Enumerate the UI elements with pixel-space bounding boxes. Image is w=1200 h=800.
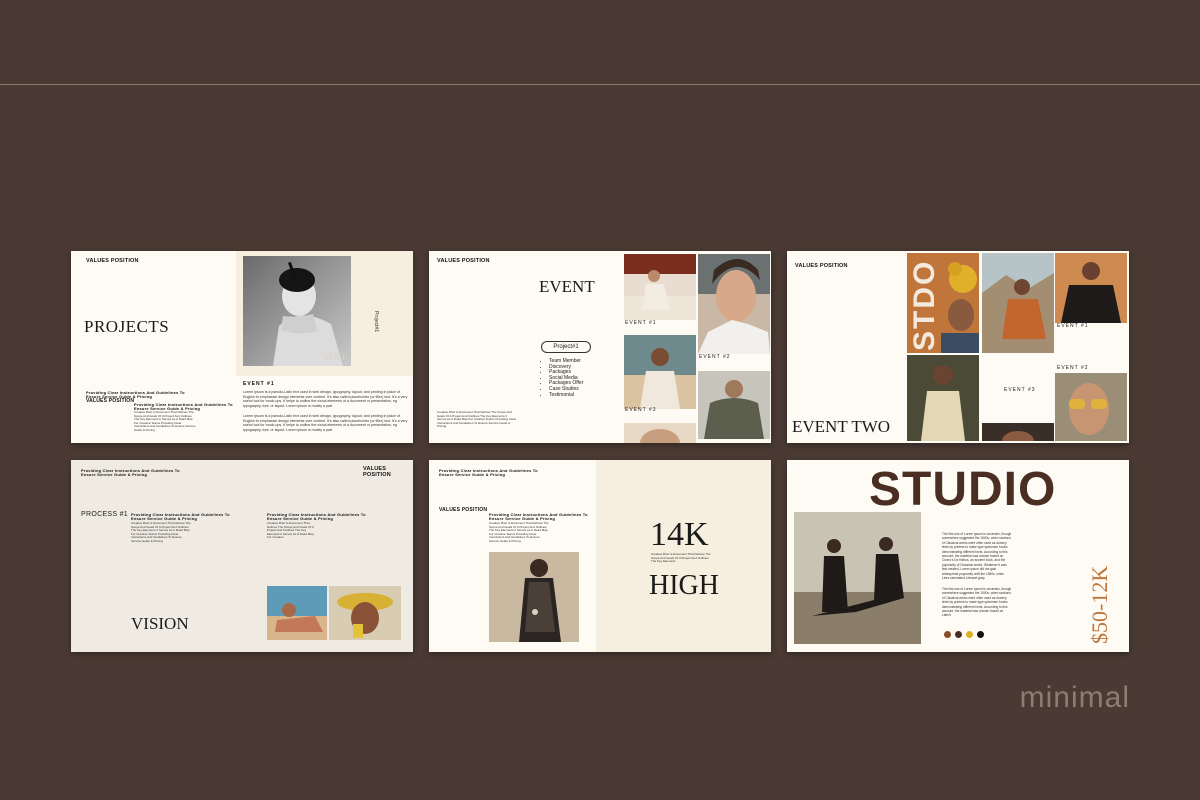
photo-bottom-crop bbox=[624, 423, 696, 443]
slide-title: PROJECTS bbox=[84, 317, 170, 336]
sub-body: Creative Brief Is Document That Defines … bbox=[134, 410, 196, 432]
event-2-label: EVENT #2 bbox=[1057, 365, 1089, 371]
col1-body: Creative Brief Is Document That Defines … bbox=[131, 521, 191, 543]
color-swatch bbox=[944, 631, 951, 638]
project-pill[interactable]: Project#1 bbox=[541, 341, 591, 353]
color-swatch bbox=[966, 631, 973, 638]
event-3-label: EVENT #3 bbox=[625, 407, 657, 413]
event-label: EVENT #1 bbox=[243, 381, 275, 387]
top-guide-2: Ensure Service Guide & Pricing bbox=[439, 472, 506, 477]
photo-woman-white bbox=[624, 335, 696, 409]
event-1-label: EVENT #1 bbox=[1057, 323, 1089, 329]
photo-beach-woman bbox=[267, 586, 327, 640]
mid-text: Creative Brief Is Document That Defines … bbox=[651, 552, 711, 564]
photo-black-jacket bbox=[1055, 253, 1127, 323]
photo-halter-dress bbox=[907, 355, 979, 441]
slide-studio[interactable]: STUDIO The first use of Lorem Ipsum is u… bbox=[787, 460, 1129, 652]
slide-title: VISION bbox=[131, 614, 189, 633]
photo-jacket bbox=[698, 371, 770, 439]
top-guide-2: Ensure Service Guide & Pricing bbox=[81, 472, 148, 477]
slide-header: VALUES POSITION bbox=[363, 466, 391, 478]
slide-vision[interactable]: Providing Clear Instructions And Guideli… bbox=[71, 460, 413, 652]
photo-bottom-crop bbox=[982, 423, 1054, 441]
slide-title: EVENT TWO bbox=[792, 417, 891, 436]
slide-event-two[interactable]: VALUES POSITION EVENT TWO STDO EVENT #1 … bbox=[787, 251, 1129, 443]
bullet-list: Team Member Discovery Packages Social Me… bbox=[541, 358, 583, 399]
process-label: PROCESS #1 bbox=[81, 511, 128, 518]
brief-text: Creative Brief Is Document That Defines … bbox=[437, 410, 516, 429]
photo-closeup-face bbox=[698, 254, 770, 354]
portrait-photo-bw bbox=[243, 256, 351, 366]
big-word: HIGH bbox=[649, 570, 719, 601]
color-swatch bbox=[955, 631, 962, 638]
photo-mirror-dancer bbox=[794, 512, 921, 644]
photo-yellow-glasses bbox=[1055, 373, 1127, 441]
big-number: 14K bbox=[650, 516, 709, 553]
color-swatch bbox=[977, 631, 984, 638]
photo-woman-sofa bbox=[624, 254, 696, 320]
slide-header: VALUES POSITION bbox=[86, 258, 139, 264]
slide-header: VALUES POSITION bbox=[437, 258, 490, 264]
body-text: Creative Brief Is Document That Defines … bbox=[489, 521, 549, 543]
col2-body: Creative Brief Is Document That Defines … bbox=[267, 521, 314, 540]
photo-caption: VOCE bbox=[323, 352, 348, 362]
paragraph-2: Lorem ipsum is a pseudo-Latin text used … bbox=[243, 414, 408, 432]
bullet-item: Testimonial bbox=[549, 392, 583, 399]
corner-watermark-text: minimal bbox=[1019, 681, 1130, 714]
slide-title: STUDIO bbox=[869, 463, 1057, 516]
slide-header: VALUES POSITION bbox=[439, 507, 488, 513]
slide-projects[interactable]: VALUES POSITION PROJECTS VOCE Project#1 … bbox=[71, 251, 413, 443]
slide-title: EVENT bbox=[539, 277, 595, 296]
event-2-label: EVENT #2 bbox=[699, 354, 731, 360]
stdo-vertical-word: STDO bbox=[908, 259, 941, 351]
vertical-label: Project#1 bbox=[373, 311, 379, 333]
paragraph-1: Lorem ipsum is a pseudo-Latin text used … bbox=[243, 390, 408, 408]
photo-yellow-hat bbox=[329, 586, 401, 640]
section-title: VALUES POSITION bbox=[86, 398, 135, 404]
slide-event[interactable]: VALUES POSITION EVENT Project#1 Team Mem… bbox=[429, 251, 771, 443]
price-range: $50-12K bbox=[1087, 565, 1112, 644]
paragraph-2: The first use of Lorem Ipsum is uncertai… bbox=[942, 587, 1012, 618]
slide-header: VALUES POSITION bbox=[795, 263, 848, 269]
event-1-label: EVENT #1 bbox=[625, 320, 657, 326]
photo-sequin-dress bbox=[489, 552, 579, 642]
slide-14k-high[interactable]: Providing Clear Instructions And Guideli… bbox=[429, 460, 771, 652]
photo-mountain-woman bbox=[982, 253, 1054, 353]
top-divider-line bbox=[0, 84, 1200, 85]
paragraph-1: The first use of Lorem Ipsum is uncertai… bbox=[942, 532, 1012, 581]
event-3-label: EVENT #3 bbox=[1004, 387, 1036, 393]
